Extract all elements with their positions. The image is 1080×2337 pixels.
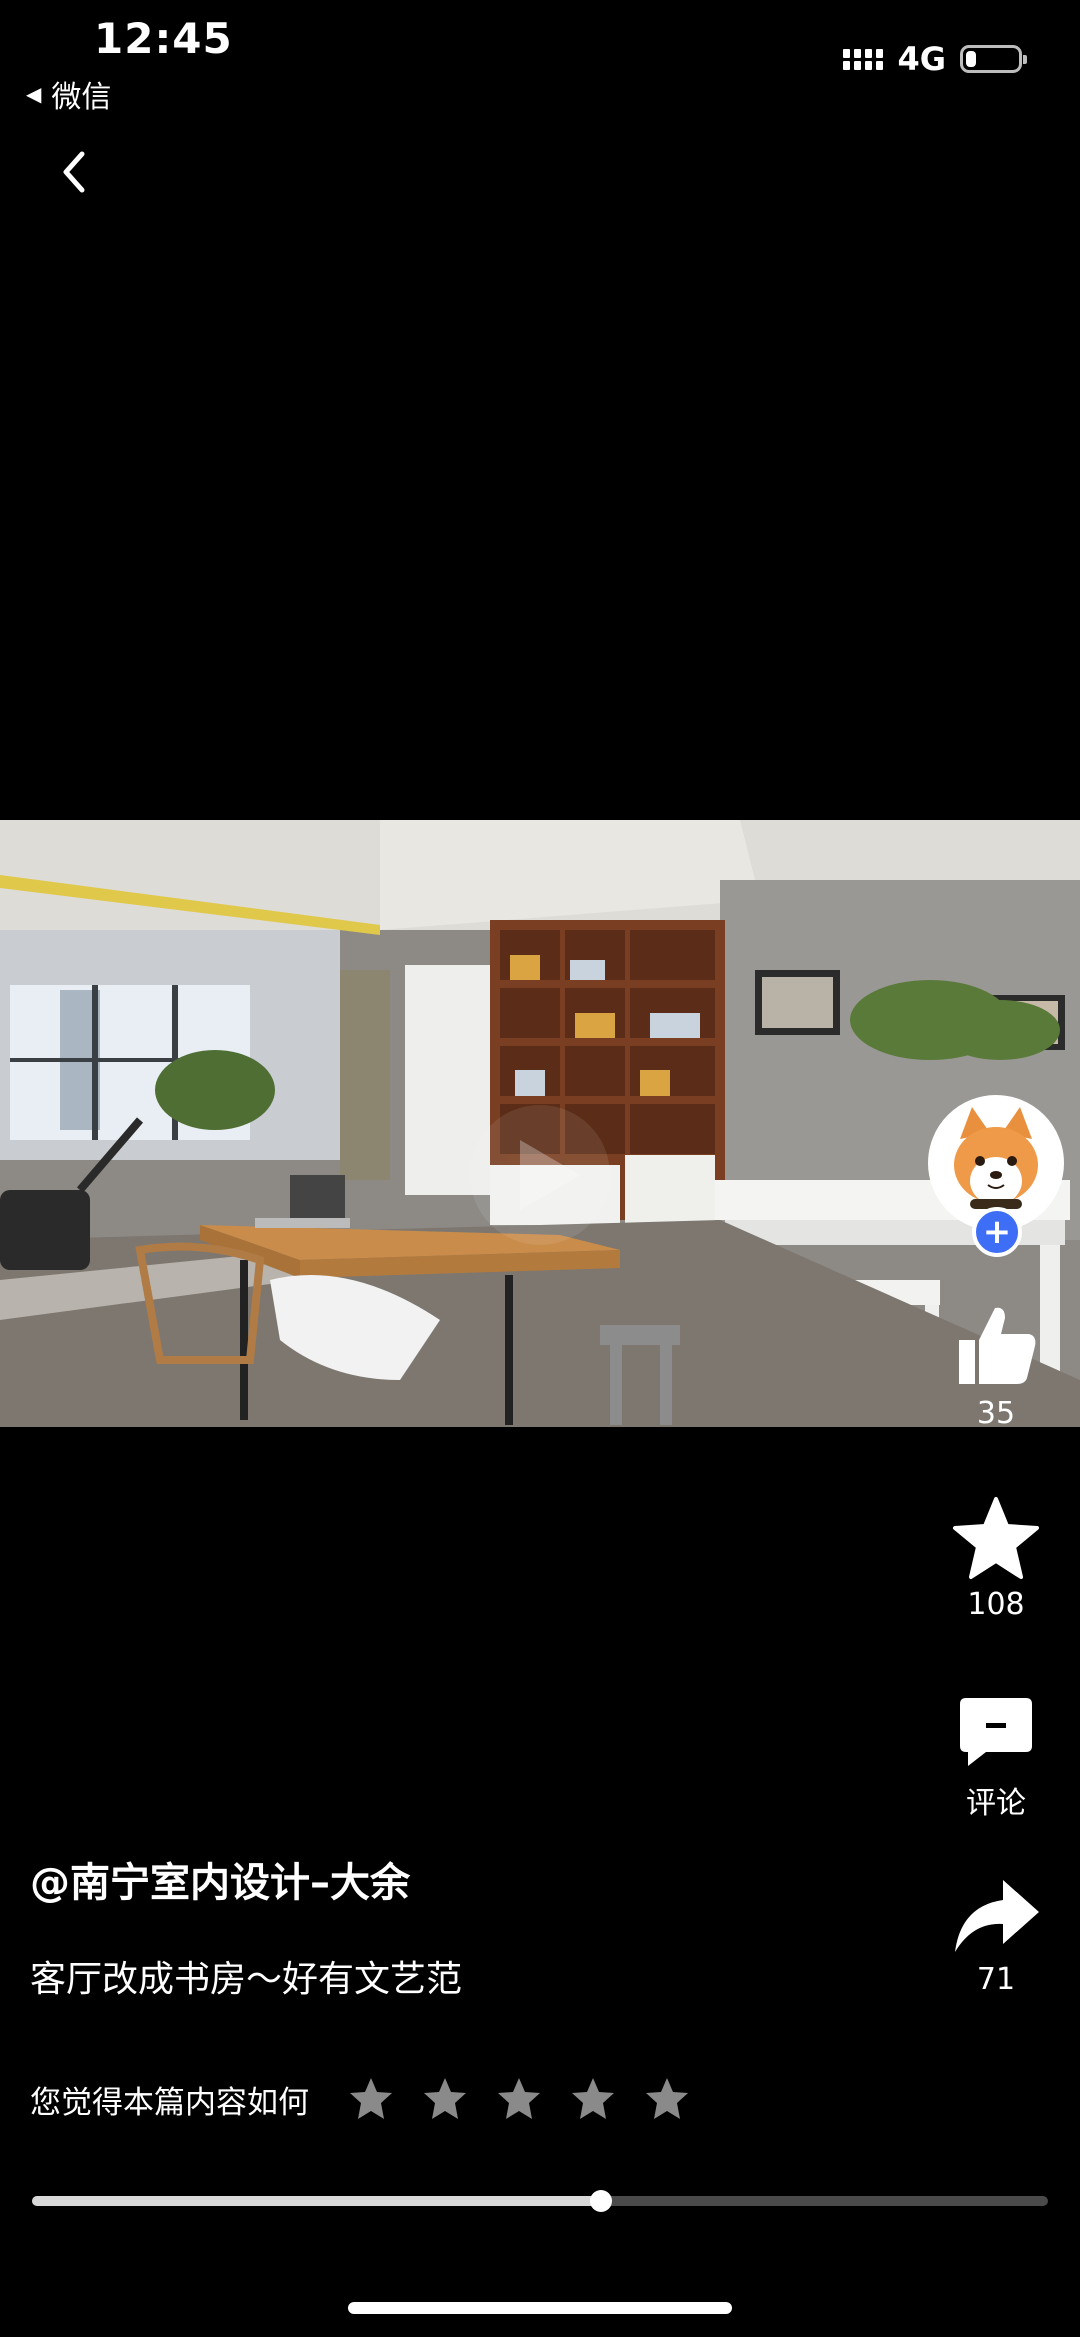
rating-row: 您觉得本篇内容如何 [30, 2075, 691, 2123]
rating-stars [347, 2075, 691, 2123]
rating-star-icon[interactable] [643, 2075, 691, 2123]
favorite-count: 108 [967, 1587, 1025, 1622]
video-progress-bar[interactable] [32, 2190, 1048, 2212]
comment-button[interactable]: 评论 [931, 1692, 1061, 1822]
progress-fill [32, 2196, 601, 2206]
rating-star-icon[interactable] [421, 2075, 469, 2123]
video-player[interactable] [0, 820, 1080, 1427]
rating-prompt: 您觉得本篇内容如何 [30, 2084, 309, 2121]
progress-thumb[interactable] [589, 2190, 612, 2212]
rating-star-icon[interactable] [495, 2075, 543, 2123]
share-button[interactable]: 71 [931, 1876, 1061, 1997]
status-time: 12:45 [94, 14, 233, 63]
play-icon [470, 1105, 610, 1245]
post-title: 客厅改成书房～好有文艺范 [30, 1959, 463, 2000]
author-avatar-group[interactable]: + [928, 1095, 1064, 1257]
follow-button[interactable]: + [972, 1207, 1022, 1257]
star-icon [953, 1497, 1039, 1579]
comment-label: 评论 [966, 1786, 1026, 1821]
favorite-button[interactable]: 108 [931, 1495, 1061, 1622]
rating-star-icon[interactable] [569, 2075, 617, 2123]
like-button[interactable]: 35 [931, 1300, 1061, 1431]
back-to-app-link[interactable]: ◀ 微信 [26, 72, 111, 116]
share-count: 71 [976, 1962, 1016, 1997]
network-type: 4G [897, 40, 946, 78]
back-triangle-icon: ◀ [26, 82, 42, 106]
like-count: 35 [976, 1396, 1016, 1431]
rating-star-icon[interactable] [347, 2075, 395, 2123]
status-indicators: 4G [843, 40, 1027, 78]
battery-icon [960, 45, 1027, 73]
back-button[interactable] [46, 140, 106, 200]
signal-icon [843, 48, 884, 70]
share-arrow-icon [955, 1880, 1039, 1952]
thumbs-up-icon [959, 1307, 1036, 1384]
home-indicator[interactable] [348, 2302, 732, 2314]
chevron-left-icon [63, 151, 85, 193]
video-frame-image [0, 820, 1080, 1427]
back-app-label: 微信 [51, 80, 112, 115]
video-post-screen: 12:45 ◀ 微信 4G + 35 108 评论 71 @南宁室内设计–大余 … [0, 0, 1080, 2337]
comment-icon [960, 1698, 1032, 1766]
author-handle[interactable]: @南宁室内设计–大余 [30, 1850, 410, 1908]
battery-level [966, 51, 976, 67]
plus-icon: + [982, 1212, 1012, 1252]
